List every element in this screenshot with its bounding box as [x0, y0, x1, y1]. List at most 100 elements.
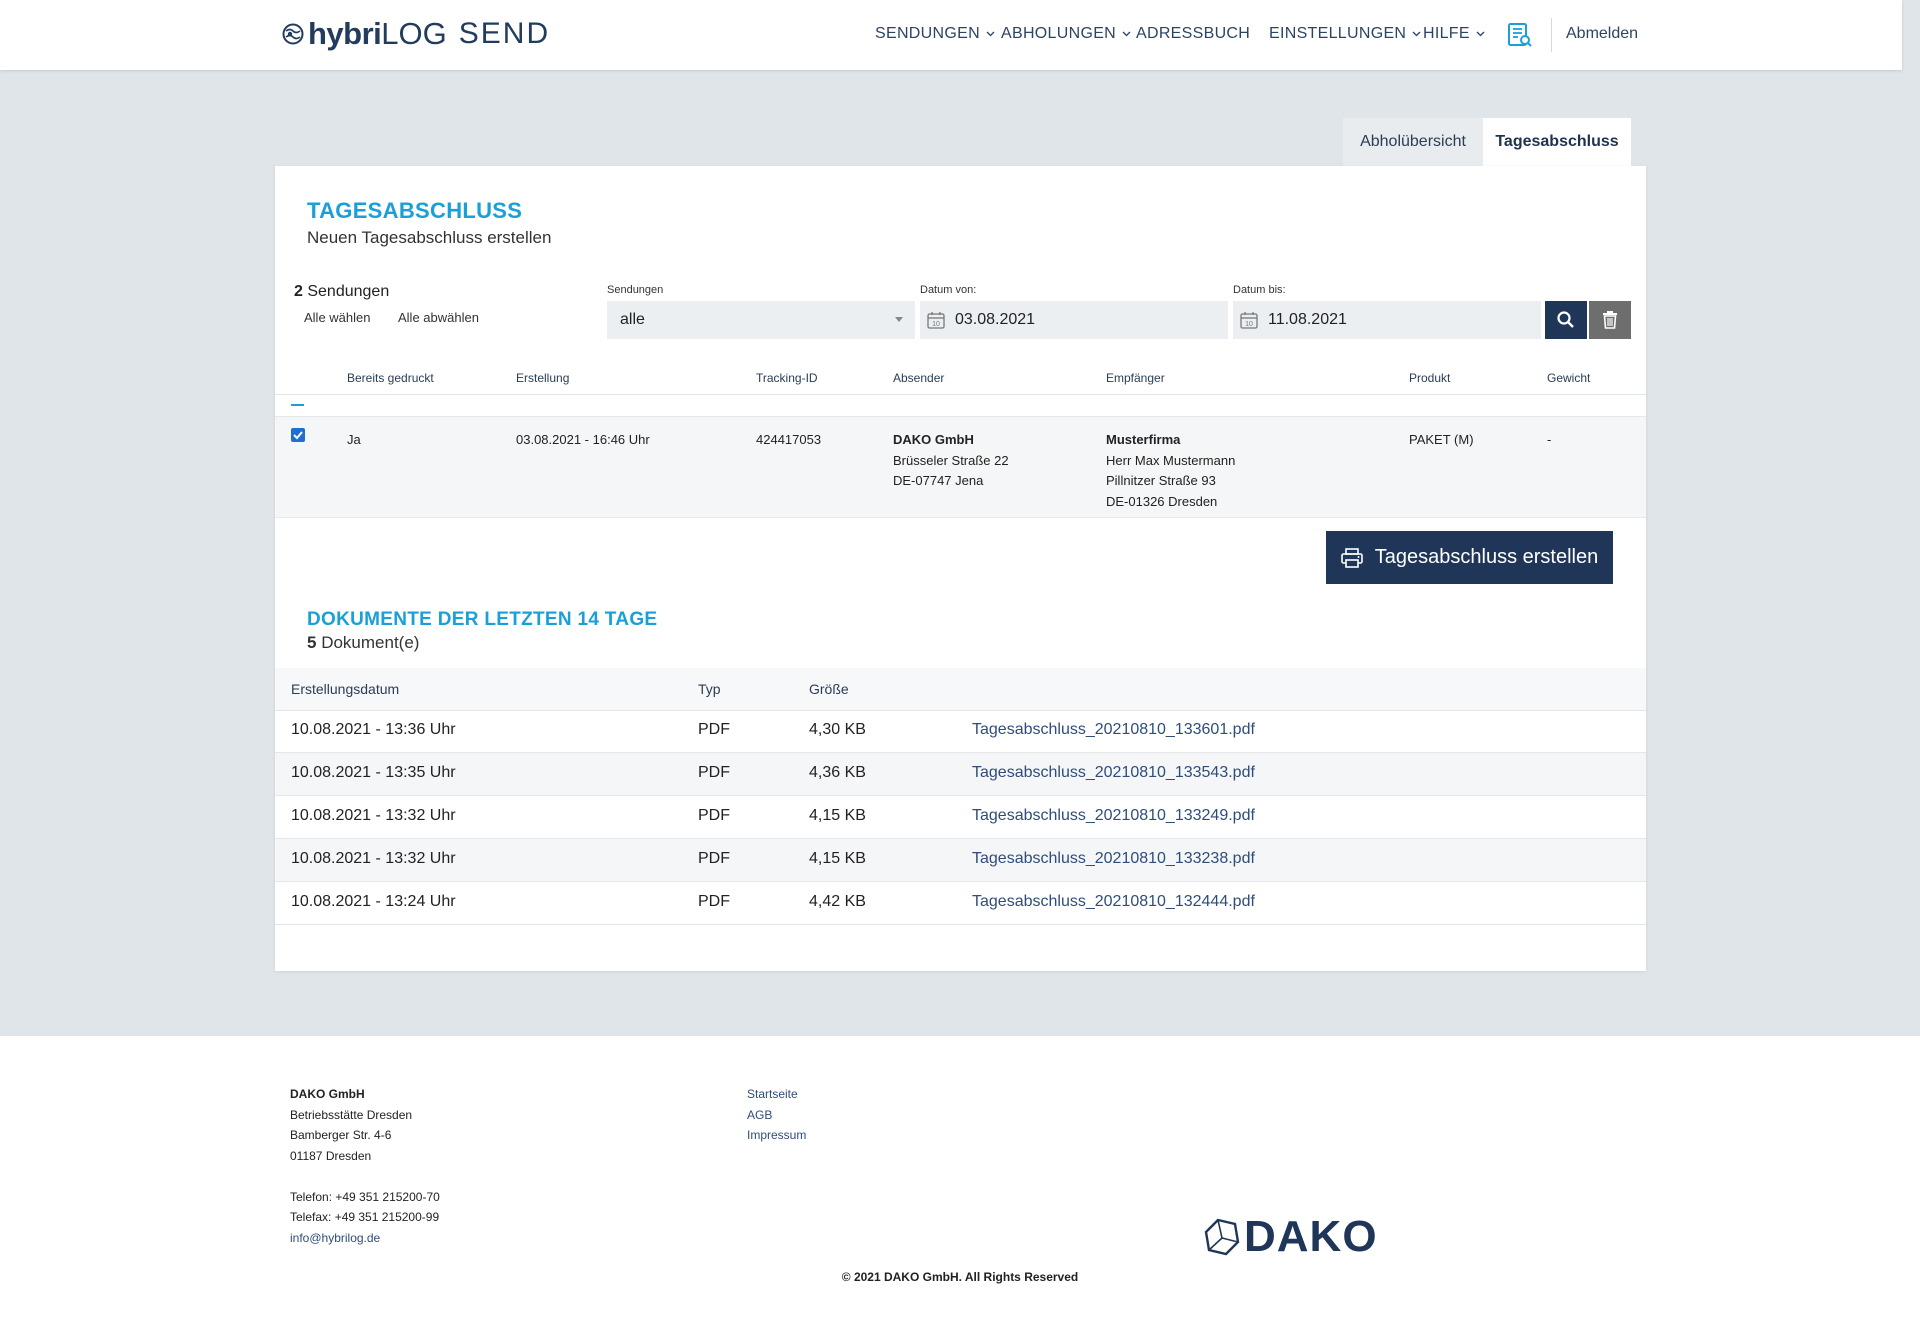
footer-address: DAKO GmbH Betriebsstätte Dresden Bamberg…	[290, 1084, 440, 1248]
doc-type: PDF	[698, 893, 730, 910]
document-count-label: Dokument(e)	[321, 633, 420, 652]
caret-down-icon	[895, 317, 903, 322]
column-header-tracking[interactable]: Tracking-ID	[756, 371, 818, 385]
sendungen-select[interactable]: alle	[607, 301, 915, 339]
footer-address-line: Bamberger Str. 4-6	[290, 1128, 392, 1142]
nav-sendungen[interactable]: SENDUNGEN	[875, 25, 995, 43]
nav-einstellungen-label: EINSTELLUNGEN	[1269, 25, 1407, 42]
table-row[interactable]: 10.08.2021 - 13:36 Uhr PDF 4,30 KB Tages…	[275, 710, 1646, 753]
footer-email-link[interactable]: info@hybrilog.de	[290, 1228, 440, 1249]
doc-type: PDF	[698, 721, 730, 738]
recipient-street: Pillnitzer Straße 93	[1106, 473, 1216, 488]
column-header-created[interactable]: Erstellung	[516, 371, 569, 385]
column-header-printed[interactable]: Bereits gedruckt	[347, 371, 434, 385]
doc-size: 4,15 KB	[809, 807, 866, 824]
cell-recipient: Musterfirma Herr Max Mustermann Pillnitz…	[1106, 430, 1235, 512]
table-row[interactable]: 10.08.2021 - 13:35 Uhr PDF 4,36 KB Tages…	[275, 753, 1646, 796]
create-tagesabschluss-button[interactable]: Tagesabschluss erstellen	[1326, 531, 1613, 584]
sender-city: DE-07747 Jena	[893, 473, 984, 488]
row-checkbox[interactable]	[291, 428, 305, 442]
chevron-down-icon	[1412, 31, 1421, 37]
globe-icon	[282, 23, 304, 45]
footer-link-impressum[interactable]: Impressum	[747, 1125, 806, 1146]
nav-adressbuch[interactable]: ADRESSBUCH	[1136, 25, 1250, 43]
table-row[interactable]: Ja 03.08.2021 - 16:46 Uhr 424417053 DAKO…	[275, 416, 1646, 518]
column-header-recipient[interactable]: Empfänger	[1106, 371, 1165, 385]
column-header-weight[interactable]: Gewicht	[1547, 371, 1590, 385]
date-from-value: 03.08.2021	[955, 311, 1036, 328]
hybrilog-send-logo[interactable]: hybri LOG SEND	[282, 16, 550, 52]
column-header-type[interactable]: Typ	[698, 681, 721, 697]
table-row[interactable]: 10.08.2021 - 13:32 Uhr PDF 4,15 KB Tages…	[275, 839, 1646, 882]
doc-size: 4,42 KB	[809, 893, 866, 910]
chevron-down-icon	[1122, 31, 1131, 37]
doc-date: 10.08.2021 - 13:36 Uhr	[291, 721, 456, 738]
doc-file-link[interactable]: Tagesabschluss_20210810_133601.pdf	[972, 721, 1255, 739]
dako-hexagon-icon	[1204, 1218, 1240, 1256]
chevron-down-icon	[986, 31, 995, 37]
dako-logo: DAKO	[1204, 1212, 1378, 1262]
logout-link[interactable]: Abmelden	[1566, 25, 1638, 43]
select-all-toggle[interactable]	[291, 404, 304, 406]
date-to-label: Datum bis:	[1233, 284, 1286, 296]
tab-abholuebersicht[interactable]: Abholübersicht	[1343, 118, 1483, 166]
select-all-link[interactable]: Alle wählen	[304, 310, 371, 325]
footer-links: Startseite AGB Impressum	[747, 1084, 806, 1146]
date-from-label: Datum von:	[920, 284, 977, 296]
column-header-product[interactable]: Produkt	[1409, 371, 1450, 385]
column-header-date[interactable]: Erstellungsdatum	[291, 681, 399, 697]
calendar-day: 10	[1245, 321, 1253, 328]
recipient-city: DE-01326 Dresden	[1106, 493, 1218, 509]
deselect-all-link[interactable]: Alle abwählen	[398, 310, 479, 325]
doc-file-link[interactable]: Tagesabschluss_20210810_133238.pdf	[972, 850, 1255, 868]
documents-table-header: Erstellungsdatum Typ Größe	[275, 668, 1646, 711]
cell-created: 03.08.2021 - 16:46 Uhr	[516, 432, 650, 447]
trash-icon	[1603, 311, 1617, 329]
tab-tagesabschluss[interactable]: Tagesabschluss	[1483, 118, 1631, 166]
doc-date: 10.08.2021 - 13:32 Uhr	[291, 807, 456, 824]
column-header-sender[interactable]: Absender	[893, 371, 944, 385]
recipient-company: Musterfirma	[1106, 432, 1181, 447]
doc-date: 10.08.2021 - 13:32 Uhr	[291, 850, 456, 867]
tagesabschluss-card: TAGESABSCHLUSS Neuen Tagesabschluss erst…	[275, 166, 1646, 971]
doc-size: 4,30 KB	[809, 721, 866, 738]
copyright: © 2021 DAKO GmbH. All Rights Reserved	[841, 1270, 1079, 1284]
doc-date: 10.08.2021 - 13:35 Uhr	[291, 764, 456, 781]
calendar-icon: 10	[927, 312, 945, 329]
date-from-input[interactable]: 10 03.08.2021	[920, 301, 1228, 339]
logo-text-log: LOG	[381, 16, 447, 51]
calendar-day: 10	[932, 321, 940, 328]
printer-icon	[1340, 547, 1363, 568]
table-row[interactable]: 10.08.2021 - 13:32 Uhr PDF 4,15 KB Tages…	[275, 796, 1646, 839]
shipment-count-label: Sendungen	[307, 283, 390, 300]
sendungen-select-value: alle	[620, 311, 645, 328]
document-search-icon[interactable]	[1507, 22, 1533, 48]
cell-weight: -	[1547, 432, 1552, 447]
chevron-down-icon	[1476, 31, 1485, 37]
footer-phone: Telefon: +49 351 215200-70	[290, 1189, 440, 1204]
footer-link-startseite[interactable]: Startseite	[747, 1084, 806, 1105]
nav-adressbuch-label: ADRESSBUCH	[1136, 25, 1251, 42]
footer-address-line: 01187 Dresden	[290, 1148, 372, 1163]
nav-einstellungen[interactable]: EINSTELLUNGEN	[1269, 25, 1421, 43]
footer-link-agb[interactable]: AGB	[747, 1105, 806, 1126]
sender-street: Brüsseler Straße 22	[893, 452, 1009, 468]
logo-text-hybri: hybri	[308, 16, 382, 51]
nav-hilfe-label: HILFE	[1423, 25, 1470, 42]
clear-filter-button[interactable]	[1589, 301, 1631, 339]
doc-file-link[interactable]: Tagesabschluss_20210810_133543.pdf	[972, 764, 1255, 782]
doc-file-link[interactable]: Tagesabschluss_20210810_133249.pdf	[972, 807, 1255, 825]
date-to-input[interactable]: 10 11.08.2021	[1233, 301, 1541, 339]
nav-hilfe[interactable]: HILFE	[1423, 25, 1485, 43]
footer-address-line: Betriebsstätte Dresden	[290, 1107, 413, 1122]
nav-divider	[1551, 18, 1552, 52]
recipient-person: Herr Max Mustermann	[1106, 452, 1236, 468]
table-row[interactable]: 10.08.2021 - 13:24 Uhr PDF 4,42 KB Tages…	[275, 882, 1646, 925]
search-button[interactable]	[1545, 301, 1587, 339]
column-header-size[interactable]: Größe	[809, 681, 849, 697]
nav-sendungen-label: SENDUNGEN	[875, 25, 980, 42]
nav-abholungen[interactable]: ABHOLUNGEN	[1001, 25, 1131, 43]
doc-file-link[interactable]: Tagesabschluss_20210810_132444.pdf	[972, 893, 1255, 911]
document-count-value: 5	[307, 633, 317, 652]
shipments-table-header: Bereits gedruckt Erstellung Tracking-ID …	[275, 356, 1646, 395]
